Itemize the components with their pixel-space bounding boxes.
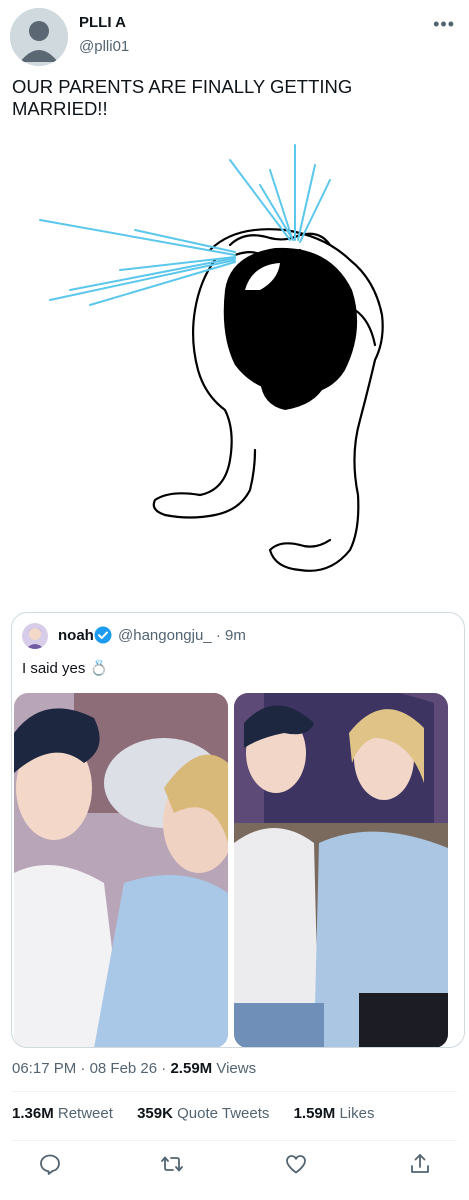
divider [12,1140,457,1141]
media-image-right[interactable] [234,693,448,1048]
divider [12,1091,457,1092]
tweet-text: OUR PARENTS ARE FINALLY GETTING MARRIED!… [12,76,353,119]
quoted-author-avatar[interactable] [22,623,48,649]
share-icon[interactable] [408,1152,432,1176]
engagement-stats: 1.36M Retweet 359K Quote Tweets 1.59M Li… [12,1105,394,1122]
likes-stat[interactable]: 1.59M Likes [294,1105,375,1122]
tweet-meta: 06:17 PM · 08 Feb 26 · 2.59M Views [12,1060,257,1077]
verified-badge-icon [94,626,112,644]
quoted-tweet-text: I said yes 💍 [22,660,109,677]
heart-icon[interactable] [284,1152,308,1176]
author-handle[interactable]: @plli01 [79,38,129,55]
quotes-count: 359K [137,1105,173,1122]
quoted-time[interactable]: 9m [225,627,246,644]
views-label: Views [216,1060,257,1077]
action-bar [0,1152,469,1182]
quoted-media[interactable] [14,693,462,1048]
media-image-left[interactable] [14,693,235,1048]
more-icon[interactable]: ••• [433,14,455,35]
quoted-author-name[interactable]: noah [58,627,94,644]
quotes-label: Quote Tweets [177,1105,270,1122]
separator-dot: · [215,627,221,644]
quoted-author-handle[interactable]: @hangongju_ [118,627,212,644]
quoted-meta: @hangongju_ · 9m [118,627,246,644]
tweet-date[interactable]: 08 Feb 26 [90,1060,158,1077]
retweets-stat[interactable]: 1.36M Retweet [12,1105,117,1122]
quotes-stat[interactable]: 359K Quote Tweets [137,1105,273,1122]
views-count: 2.59M [170,1060,213,1077]
likes-label: Likes [339,1105,375,1122]
author-name[interactable]: PLLI A [79,14,126,31]
retweets-count: 1.36M [12,1105,54,1122]
reply-icon[interactable] [38,1152,62,1176]
retweet-icon[interactable] [160,1152,184,1176]
tweet-time[interactable]: 06:17 PM [12,1060,76,1077]
quoted-tweet-card[interactable]: noah @hangongju_ · 9m I said yes 💍 [11,612,465,1048]
author-avatar[interactable] [10,8,68,66]
likes-count: 1.59M [293,1105,336,1122]
retweets-label: Retweet [57,1105,113,1122]
crying-doodle-image [39,144,384,572]
